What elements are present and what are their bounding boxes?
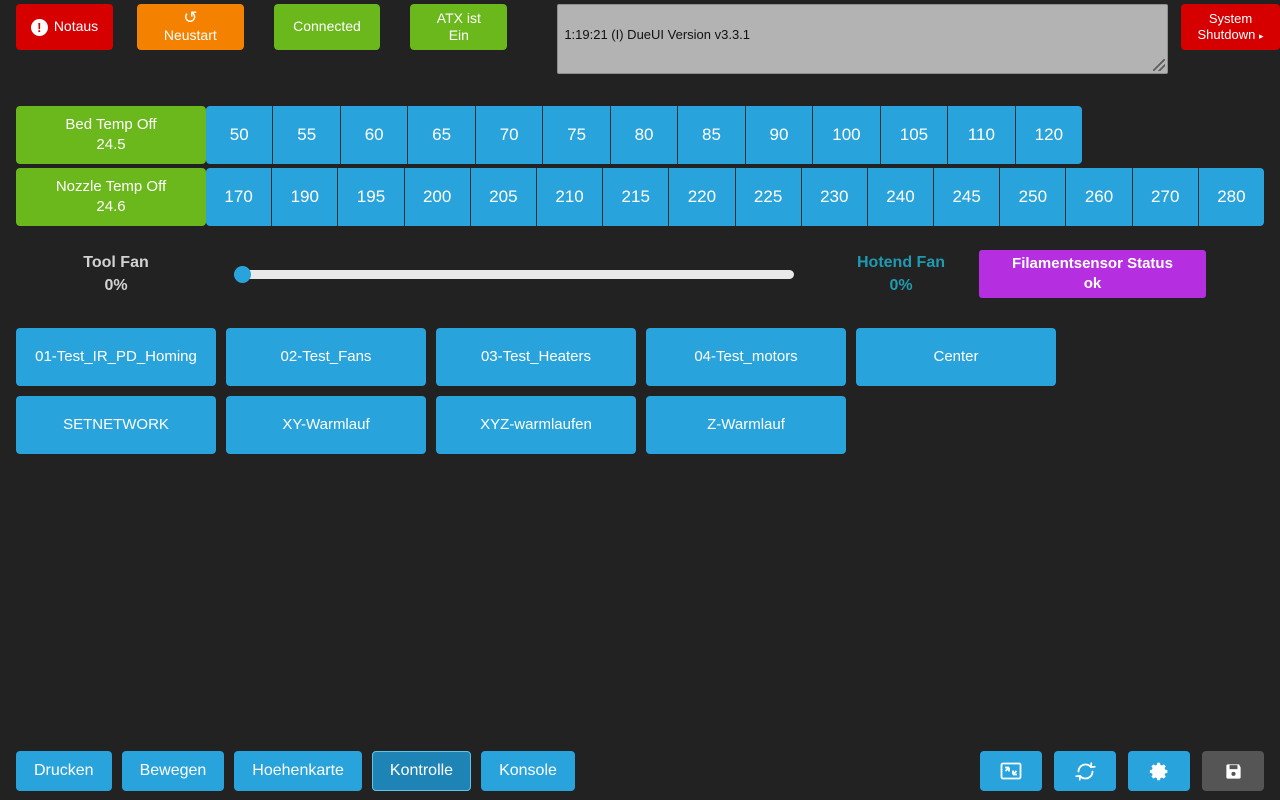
bed-temp-preset-65[interactable]: 65 bbox=[407, 106, 475, 164]
bed-preset-group: 50 55 60 65 70 75 80 85 90 100 105 110 120 bbox=[206, 106, 1082, 164]
console-output-box[interactable]: 1:19:21 (I) DueUI Version v3.3.1 bbox=[557, 4, 1169, 74]
nav-tab-bewegen[interactable]: Bewegen bbox=[121, 751, 225, 791]
nozzle-temp-preset-170[interactable]: 170 bbox=[206, 168, 272, 226]
nozzle-temp-preset-260[interactable]: 260 bbox=[1065, 168, 1132, 226]
filament-sensor-value: ok bbox=[1083, 275, 1102, 292]
bed-temp-preset-55[interactable]: 55 bbox=[272, 106, 340, 164]
bed-temp-preset-75[interactable]: 75 bbox=[542, 106, 610, 164]
rotate-ccw-icon: ↺ bbox=[183, 7, 198, 27]
exclamation-circle-icon: ! bbox=[30, 18, 48, 36]
tool-fan-slider-thumb[interactable] bbox=[234, 265, 251, 283]
nozzle-temp-preset-240[interactable]: 240 bbox=[866, 168, 934, 226]
restart-button[interactable]: ↺ Neustart bbox=[137, 4, 244, 50]
nozzle-temp-preset-220[interactable]: 220 bbox=[668, 168, 735, 226]
fan-control-row: Tool Fan 0% Hotend Fan 0% Filamentsensor… bbox=[16, 234, 1264, 314]
macro-button-z-warmlauf[interactable]: Z-Warmlauf bbox=[646, 396, 846, 454]
nozzle-preset-group: 170 190 195 200 205 210 215 220 225 230 240 245 250 2… bbox=[206, 168, 1264, 226]
bottom-navigation-bar: Drucken Bewegen Hoehenkarte Kontrolle Konsol… bbox=[0, 742, 1280, 800]
console-output-text: 1:19:21 (I) DueUI Version v3.3.1 bbox=[564, 27, 751, 42]
filament-sensor-status[interactable]: Filamentsensor Status ok bbox=[979, 250, 1206, 298]
bed-temp-preset-105[interactable]: 105 bbox=[879, 106, 948, 164]
nozzle-temp-preset-200[interactable]: 200 bbox=[403, 168, 470, 226]
bed-temp-preset-70[interactable]: 70 bbox=[474, 106, 543, 164]
macro-button-grid: 01-Test_IR_PD_Homing 02-Test_Fans 03-Test_… bbox=[16, 328, 1264, 454]
nav-tab-drucken[interactable]: Drucken bbox=[16, 751, 112, 791]
macro-button-02-test-fans[interactable]: 02-Test_Fans bbox=[226, 328, 426, 386]
nozzle-temp-preset-280[interactable]: 280 bbox=[1197, 168, 1264, 226]
tool-fan-label-block: Tool Fan 0% bbox=[16, 251, 216, 297]
refresh-icon-button[interactable] bbox=[1054, 751, 1116, 791]
bed-temp-preset-85[interactable]: 85 bbox=[677, 106, 745, 164]
connection-status-label: Connected bbox=[293, 18, 361, 35]
restart-label: Neustart bbox=[163, 26, 217, 43]
bed-current-temperature: 24.5 bbox=[96, 136, 126, 153]
nozzle-temp-preset-270[interactable]: 270 bbox=[1131, 168, 1198, 226]
caret-right-icon: ▸ bbox=[1258, 31, 1264, 41]
hotend-fan-group: Hotend Fan 0% bbox=[826, 251, 976, 297]
tool-fan-value: 0% bbox=[104, 277, 128, 294]
bed-temp-preset-120[interactable]: 120 bbox=[1014, 106, 1082, 164]
bed-temp-preset-80[interactable]: 80 bbox=[609, 106, 678, 164]
shutdown-label-line2: Shutdown ▸ bbox=[1197, 27, 1264, 42]
macro-button-xy-warmlauf[interactable]: XY-Warmlauf bbox=[226, 396, 426, 454]
bed-temp-preset-90[interactable]: 90 bbox=[744, 106, 813, 164]
bed-temp-preset-50[interactable]: 50 bbox=[206, 106, 273, 164]
bed-temp-preset-110[interactable]: 110 bbox=[947, 106, 1015, 164]
nav-tab-kontrolle[interactable]: Kontrolle bbox=[371, 751, 472, 791]
macro-button-setnetwork[interactable]: SETNETWORK bbox=[16, 396, 216, 454]
atx-label-line1: ATX ist bbox=[436, 9, 481, 26]
emergency-stop-label: Notaus bbox=[53, 18, 99, 35]
macro-button-03-test-heaters[interactable]: 03-Test_Heaters bbox=[436, 328, 636, 386]
macro-button-xyz-warmlaufen[interactable]: XYZ-warmlaufen bbox=[436, 396, 636, 454]
nozzle-heater-toggle[interactable]: Nozzle Temp Off 24.6 bbox=[16, 168, 206, 226]
bed-temp-preset-60[interactable]: 60 bbox=[339, 106, 408, 164]
tool-fan-slider-track bbox=[234, 269, 794, 279]
macro-button-center[interactable]: Center bbox=[856, 328, 1056, 386]
top-status-bar: ! Notaus ↺ Neustart Connected ATX ist Ei… bbox=[0, 0, 1280, 82]
nav-tab-konsole[interactable]: Konsole bbox=[481, 751, 575, 791]
nozzle-temp-preset-190[interactable]: 190 bbox=[271, 168, 338, 226]
nozzle-temp-preset-215[interactable]: 215 bbox=[602, 168, 669, 226]
nozzle-current-temperature: 24.6 bbox=[96, 198, 126, 215]
nozzle-temp-preset-205[interactable]: 205 bbox=[469, 168, 536, 226]
macro-button-04-test-motors[interactable]: 04-Test_motors bbox=[646, 328, 846, 386]
atx-label-line2: Ein bbox=[448, 27, 469, 43]
bed-heater-state: Bed Temp Off bbox=[65, 115, 157, 133]
nozzle-temp-preset-225[interactable]: 225 bbox=[734, 168, 801, 226]
hotend-fan-value: 0% bbox=[889, 277, 913, 294]
nozzle-temperature-row: Nozzle Temp Off 24.6 170 190 195 200 205 210 2… bbox=[16, 168, 1264, 226]
nozzle-heater-state: Nozzle Temp Off bbox=[55, 177, 167, 195]
shutdown-label-line1: System bbox=[1208, 10, 1253, 26]
nozzle-temp-preset-245[interactable]: 245 bbox=[933, 168, 1000, 226]
macro-button-01-test-ir-pd-homing[interactable]: 01-Test_IR_PD_Homing bbox=[16, 328, 216, 386]
nav-tab-group: Drucken Bewegen Hoehenkarte Kontrolle Konsol… bbox=[16, 751, 585, 791]
gear-icon-button[interactable] bbox=[1128, 751, 1190, 791]
emergency-stop-button[interactable]: ! Notaus bbox=[16, 4, 113, 50]
nozzle-temp-preset-250[interactable]: 250 bbox=[999, 168, 1066, 226]
system-shutdown-button[interactable]: System Shutdown ▸ bbox=[1181, 4, 1280, 50]
bottom-icon-button-group bbox=[980, 751, 1264, 791]
atx-power-button[interactable]: ATX ist Ein bbox=[410, 4, 508, 50]
restore-window-icon-button[interactable] bbox=[980, 751, 1042, 791]
resize-grip-icon[interactable] bbox=[1153, 59, 1166, 71]
filament-sensor-label: Filamentsensor Status bbox=[1012, 254, 1173, 272]
bed-temp-preset-100[interactable]: 100 bbox=[812, 106, 880, 164]
tool-fan-label: Tool Fan bbox=[83, 253, 149, 271]
nozzle-temp-preset-210[interactable]: 210 bbox=[535, 168, 603, 226]
hotend-fan-label-block: Hotend Fan 0% bbox=[826, 251, 976, 297]
save-icon-button[interactable] bbox=[1202, 751, 1264, 791]
bed-temperature-row: Bed Temp Off 24.5 50 55 60 65 70 75 80 85 90 100 1… bbox=[16, 106, 1264, 164]
connection-status-button[interactable]: Connected bbox=[273, 4, 381, 50]
nozzle-temp-preset-195[interactable]: 195 bbox=[337, 168, 404, 226]
tool-fan-slider[interactable] bbox=[234, 263, 794, 285]
hotend-fan-label: Hotend Fan bbox=[857, 253, 945, 271]
nozzle-temp-preset-230[interactable]: 230 bbox=[800, 168, 867, 226]
bed-heater-toggle[interactable]: Bed Temp Off 24.5 bbox=[16, 106, 206, 164]
nav-tab-hoehenkarte[interactable]: Hoehenkarte bbox=[234, 751, 362, 791]
